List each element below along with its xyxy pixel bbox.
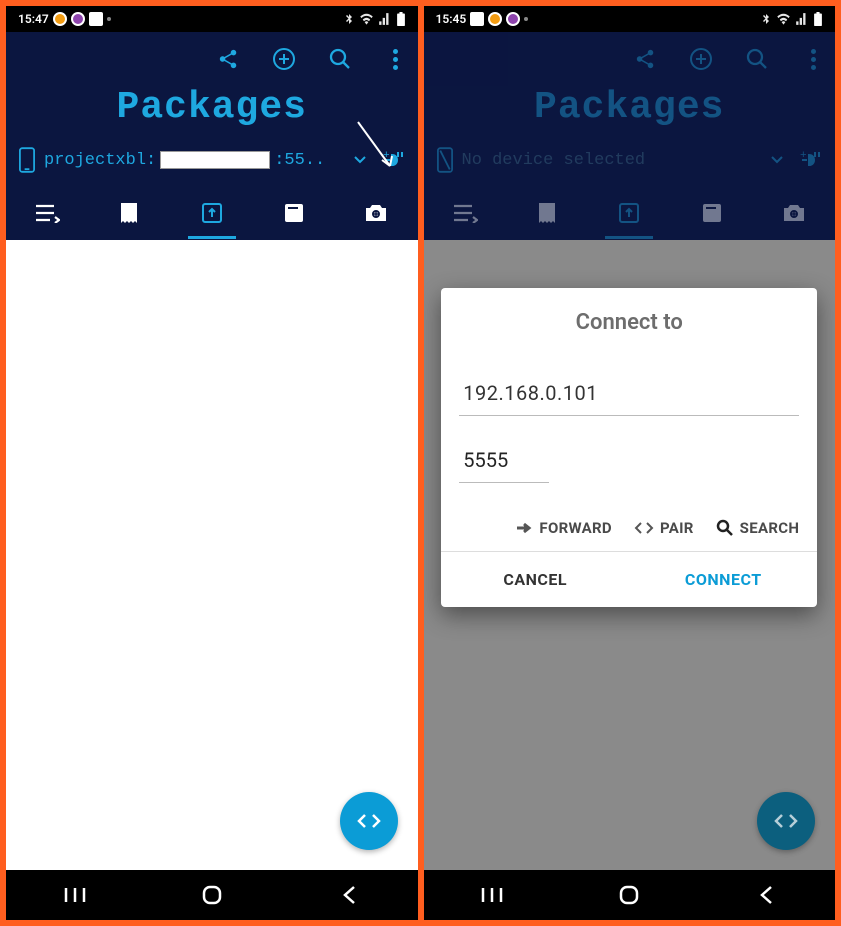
status-app-icon bbox=[53, 12, 67, 26]
fab-code[interactable] bbox=[757, 792, 815, 850]
ip-input[interactable] bbox=[459, 371, 799, 416]
phone-right: 15:45 bbox=[424, 6, 836, 920]
port-input[interactable] bbox=[459, 438, 549, 483]
bluetooth-icon bbox=[343, 13, 355, 25]
connect-plug-icon[interactable]: + bbox=[799, 149, 823, 171]
status-left: 15:47 bbox=[18, 12, 111, 26]
tab-note[interactable] bbox=[694, 195, 730, 231]
dialog-title: Connect to bbox=[459, 310, 799, 335]
share-icon[interactable] bbox=[631, 45, 659, 73]
status-bar: 15:45 bbox=[424, 6, 836, 32]
status-more-icon bbox=[107, 17, 111, 21]
status-app-icon bbox=[506, 12, 520, 26]
nav-recent[interactable] bbox=[462, 886, 522, 904]
phone-off-icon bbox=[436, 147, 454, 173]
status-image-icon bbox=[470, 12, 484, 26]
tabs bbox=[424, 181, 836, 240]
status-image-icon bbox=[89, 12, 103, 26]
phone-icon bbox=[18, 147, 36, 173]
signal-icon bbox=[795, 13, 809, 25]
status-left: 15:45 bbox=[436, 12, 529, 26]
arrow-right-icon bbox=[515, 521, 533, 535]
device-label: projectxbl: :55.. bbox=[44, 151, 346, 170]
nav-home[interactable] bbox=[599, 884, 659, 906]
status-bar: 15:47 bbox=[6, 6, 418, 32]
tab-note[interactable] bbox=[276, 195, 312, 231]
search-button[interactable]: SEARCH bbox=[716, 519, 800, 537]
add-icon[interactable] bbox=[687, 45, 715, 73]
chevron-down-icon[interactable] bbox=[354, 156, 366, 164]
dialog-actions: FORWARD PAIR SEARCH bbox=[459, 505, 799, 551]
signal-icon bbox=[378, 13, 392, 25]
page-title: Packages bbox=[424, 86, 836, 139]
status-app-icon bbox=[71, 12, 85, 26]
dialog-footer: CANCEL CONNECT bbox=[441, 551, 817, 607]
wifi-icon bbox=[776, 13, 791, 25]
wifi-icon bbox=[359, 13, 374, 25]
nav-recent[interactable] bbox=[45, 886, 105, 904]
nav-bar bbox=[6, 870, 418, 920]
more-icon[interactable] bbox=[799, 45, 827, 73]
forward-button[interactable]: FORWARD bbox=[515, 519, 612, 537]
nav-bar bbox=[424, 870, 836, 920]
connect-dialog: Connect to FORWARD PAIR bbox=[441, 288, 817, 607]
search-icon bbox=[716, 519, 734, 537]
search-icon[interactable] bbox=[743, 45, 771, 73]
chevron-down-icon[interactable] bbox=[771, 156, 783, 164]
tab-filter[interactable] bbox=[29, 195, 65, 231]
tab-filter[interactable] bbox=[447, 195, 483, 231]
status-app-icon bbox=[488, 12, 502, 26]
pair-button[interactable]: PAIR bbox=[634, 519, 694, 537]
connect-plug-icon[interactable]: + bbox=[382, 149, 406, 171]
status-time: 15:47 bbox=[18, 12, 49, 26]
status-right bbox=[343, 12, 406, 26]
more-icon[interactable] bbox=[382, 45, 410, 73]
tab-upload[interactable] bbox=[194, 195, 230, 231]
status-time: 15:45 bbox=[436, 12, 467, 26]
toolbar bbox=[424, 32, 836, 86]
tab-camera[interactable] bbox=[776, 195, 812, 231]
device-selector[interactable]: No device selected + bbox=[424, 139, 836, 181]
device-selector[interactable]: projectxbl: :55.. + bbox=[6, 139, 418, 181]
tab-upload[interactable] bbox=[611, 195, 647, 231]
connect-button[interactable]: CONNECT bbox=[629, 552, 817, 607]
fab-code[interactable] bbox=[340, 792, 398, 850]
tabs bbox=[6, 181, 418, 240]
code-icon bbox=[634, 521, 654, 535]
battery-icon bbox=[813, 12, 823, 26]
redacted-bar bbox=[160, 151, 270, 169]
svg-text:+: + bbox=[383, 150, 390, 162]
nav-back[interactable] bbox=[736, 885, 796, 905]
content-area bbox=[6, 240, 418, 870]
battery-icon bbox=[396, 12, 406, 26]
cancel-button[interactable]: CANCEL bbox=[441, 552, 629, 607]
toolbar bbox=[6, 32, 418, 86]
tab-camera[interactable] bbox=[358, 195, 394, 231]
content-area: Connect to FORWARD PAIR bbox=[424, 240, 836, 870]
tab-receipt[interactable] bbox=[111, 195, 147, 231]
add-icon[interactable] bbox=[270, 45, 298, 73]
search-icon[interactable] bbox=[326, 45, 354, 73]
status-more-icon bbox=[524, 17, 528, 21]
share-icon[interactable] bbox=[214, 45, 242, 73]
nav-home[interactable] bbox=[182, 884, 242, 906]
svg-text:+: + bbox=[800, 150, 807, 162]
status-right bbox=[760, 12, 823, 26]
bluetooth-icon bbox=[760, 13, 772, 25]
device-label: No device selected bbox=[462, 151, 764, 170]
page-title: Packages bbox=[6, 86, 418, 139]
dialog-overlay: Connect to FORWARD PAIR bbox=[424, 240, 836, 870]
phone-left: 15:47 bbox=[6, 6, 418, 920]
tab-receipt[interactable] bbox=[529, 195, 565, 231]
nav-back[interactable] bbox=[319, 885, 379, 905]
